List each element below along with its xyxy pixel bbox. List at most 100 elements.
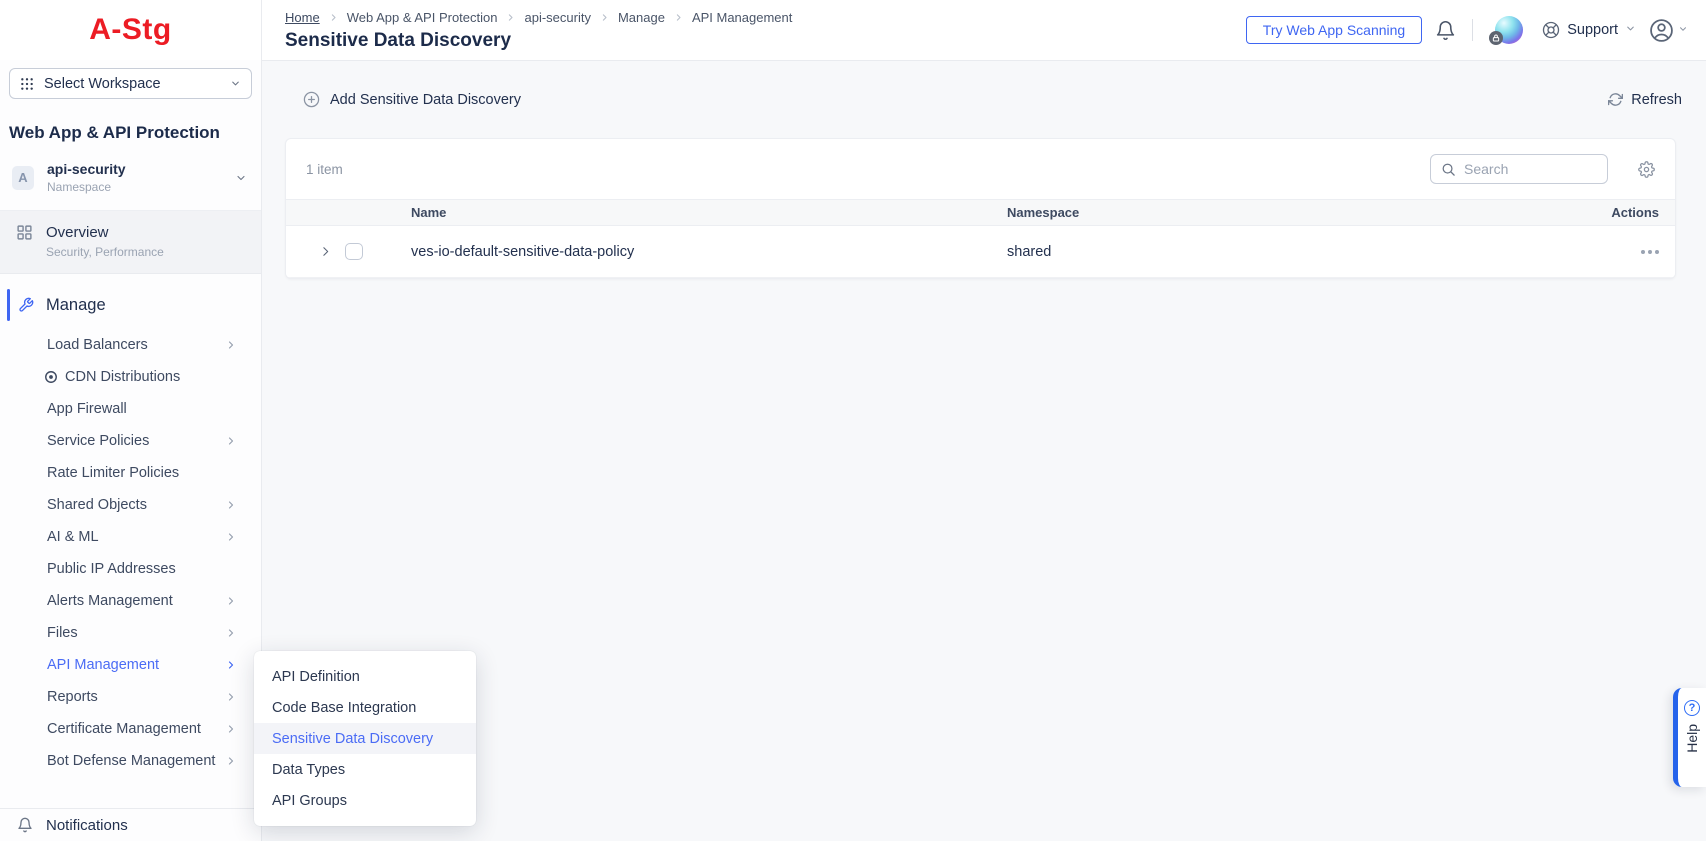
row-expand-chevron-icon[interactable] [319,245,332,258]
help-tab[interactable]: ? Help [1673,688,1706,787]
table-header-row: Name Namespace Actions [286,199,1675,226]
refresh-button[interactable]: Refresh [1608,92,1682,108]
chevron-right-icon [225,627,237,643]
row-name-link[interactable]: ves-io-default-sensitive-data-policy [411,244,1007,260]
sidebar-menu-item[interactable]: Files [0,617,261,649]
add-button-label: Add Sensitive Data Discovery [330,91,521,108]
row-namespace: shared [1007,243,1052,260]
active-section-indicator [7,289,10,321]
column-header-name[interactable]: Name [411,205,1007,220]
breadcrumb-separator-icon [329,13,338,22]
chevron-right-icon [225,531,237,547]
row-checkbox[interactable] [345,243,363,260]
sidebar-menu-item[interactable]: CDN Distributions [0,361,261,393]
top-header: Home Web App & API Protection api-securi… [262,0,1706,61]
table-body: ves-io-default-sensitive-data-policy sha… [286,226,1675,278]
grid-squares-icon [17,225,32,240]
column-header-namespace[interactable]: Namespace [1007,205,1585,220]
ai-assistant-button[interactable] [1489,16,1524,45]
notifications-bell-button[interactable] [1435,20,1456,41]
refresh-icon [1608,93,1624,106]
sidebar-menu-item-label: Alerts Management [47,593,173,609]
sidebar: A-Stg Select Workspace Web App & API Pro… [0,0,262,841]
chevron-right-icon [225,499,237,515]
flyout-menu-item[interactable]: API Groups [254,785,476,816]
flyout-menu-item[interactable]: Code Base Integration [254,692,476,723]
chevron-right-icon [225,691,237,707]
sidebar-menu-item[interactable]: Rate Limiter Policies [0,457,261,489]
overview-label: Overview [46,224,109,241]
chevron-right-icon [225,723,237,739]
overview-text: Overview Security, Performance [46,224,164,259]
user-circle-icon [1650,18,1673,42]
sidebar-item-notifications[interactable]: Notifications [0,808,261,841]
breadcrumb-separator-icon [506,13,515,22]
sidebar-menu-item[interactable]: Load Balancers [0,329,261,361]
account-menu[interactable] [1649,18,1688,43]
add-sensitive-data-discovery-button[interactable]: Add Sensitive Data Discovery [303,91,521,108]
api-management-flyout: API Definition Code Base Integration Sen… [254,651,476,826]
content-toolbar: Add Sensitive Data Discovery Refresh [262,61,1706,138]
breadcrumb-item[interactable]: Home [285,10,320,25]
table-settings-button[interactable] [1638,160,1655,178]
sidebar-menu-item[interactable]: AI & ML [0,521,261,553]
search-input[interactable] [1464,161,1597,177]
lifebuoy-icon [1543,21,1560,39]
sidebar-menu-item-label: Bot Defense Management [47,753,216,769]
search-icon [1442,163,1455,176]
sidebar-section-manage[interactable]: Manage [0,288,261,322]
app-root: A-Stg Select Workspace Web App & API Pro… [0,0,1706,841]
namespace-sublabel: Namespace [47,180,112,194]
breadcrumb-separator-icon [600,13,609,22]
header-left: Home Web App & API Protection api-securi… [285,0,792,60]
help-tab-label: Help [1684,724,1700,753]
breadcrumb-item[interactable]: api-security [524,10,590,25]
table-card: 1 item Name Namespace [285,138,1676,279]
sidebar-menu-item[interactable]: Alerts Management [0,585,261,617]
sidebar-menu-item-label: Files [47,625,78,641]
workspace-selector[interactable]: Select Workspace [9,68,252,99]
flyout-menu-item[interactable]: API Definition [254,661,476,692]
sidebar-menu-item[interactable]: App Firewall [0,393,261,425]
main-content: Home Web App & API Protection api-securi… [262,0,1706,841]
try-web-app-scanning-button[interactable]: Try Web App Scanning [1245,16,1423,44]
sidebar-menu-item[interactable]: Reports [0,681,261,713]
manage-section-label: Manage [46,295,106,314]
sidebar-menu-item-label: Load Balancers [47,337,148,353]
breadcrumb-item[interactable]: Manage [618,10,665,25]
row-actions-menu-button[interactable] [1641,249,1675,254]
chevron-right-icon [225,755,237,771]
breadcrumb-separator-icon [674,13,683,22]
sidebar-item-overview[interactable]: Overview Security, Performance [0,211,261,274]
breadcrumb-item[interactable]: Web App & API Protection [347,10,498,25]
refresh-button-label: Refresh [1631,91,1682,108]
sidebar-menu-item[interactable]: Public IP Addresses [0,553,261,585]
sidebar-menu-item[interactable]: Bot Defense Management [0,745,261,777]
breadcrumb-item[interactable]: API Management [692,10,792,25]
sidebar-menu-item[interactable]: Certificate Management [0,713,261,745]
sidebar-menu-item-label: AI & ML [47,529,99,545]
support-menu[interactable]: Support [1542,21,1636,39]
sidebar-menu-item-label: Reports [47,689,98,705]
flyout-menu-item[interactable]: Data Types [254,754,476,785]
namespace-avatar: A [12,165,34,190]
namespace-selector[interactable]: A api-security Namespace [0,161,261,211]
row-controls [286,243,411,260]
sidebar-menu-item[interactable]: Shared Objects [0,489,261,521]
sidebar-menu-item[interactable]: API Management [0,649,261,681]
chevron-right-icon [225,339,237,355]
workspace-selector-label: Select Workspace [44,75,161,92]
page-title: Sensitive Data Discovery [285,30,512,51]
bell-icon [18,817,32,833]
overview-sublabel: Security, Performance [46,245,164,259]
table-row: ves-io-default-sensitive-data-policy sha… [286,226,1675,278]
sidebar-section-title: Web App & API Protection [9,123,220,142]
logo-area: A-Stg [0,0,261,60]
header-divider [1472,19,1474,41]
chevron-down-icon [1678,21,1688,39]
chevron-down-icon [237,175,245,180]
chevron-down-icon [232,81,239,86]
flyout-menu-item[interactable]: Sensitive Data Discovery [254,723,476,754]
sidebar-menu-item[interactable]: Service Policies [0,425,261,457]
sidebar-menu-item-label: Rate Limiter Policies [47,465,180,481]
